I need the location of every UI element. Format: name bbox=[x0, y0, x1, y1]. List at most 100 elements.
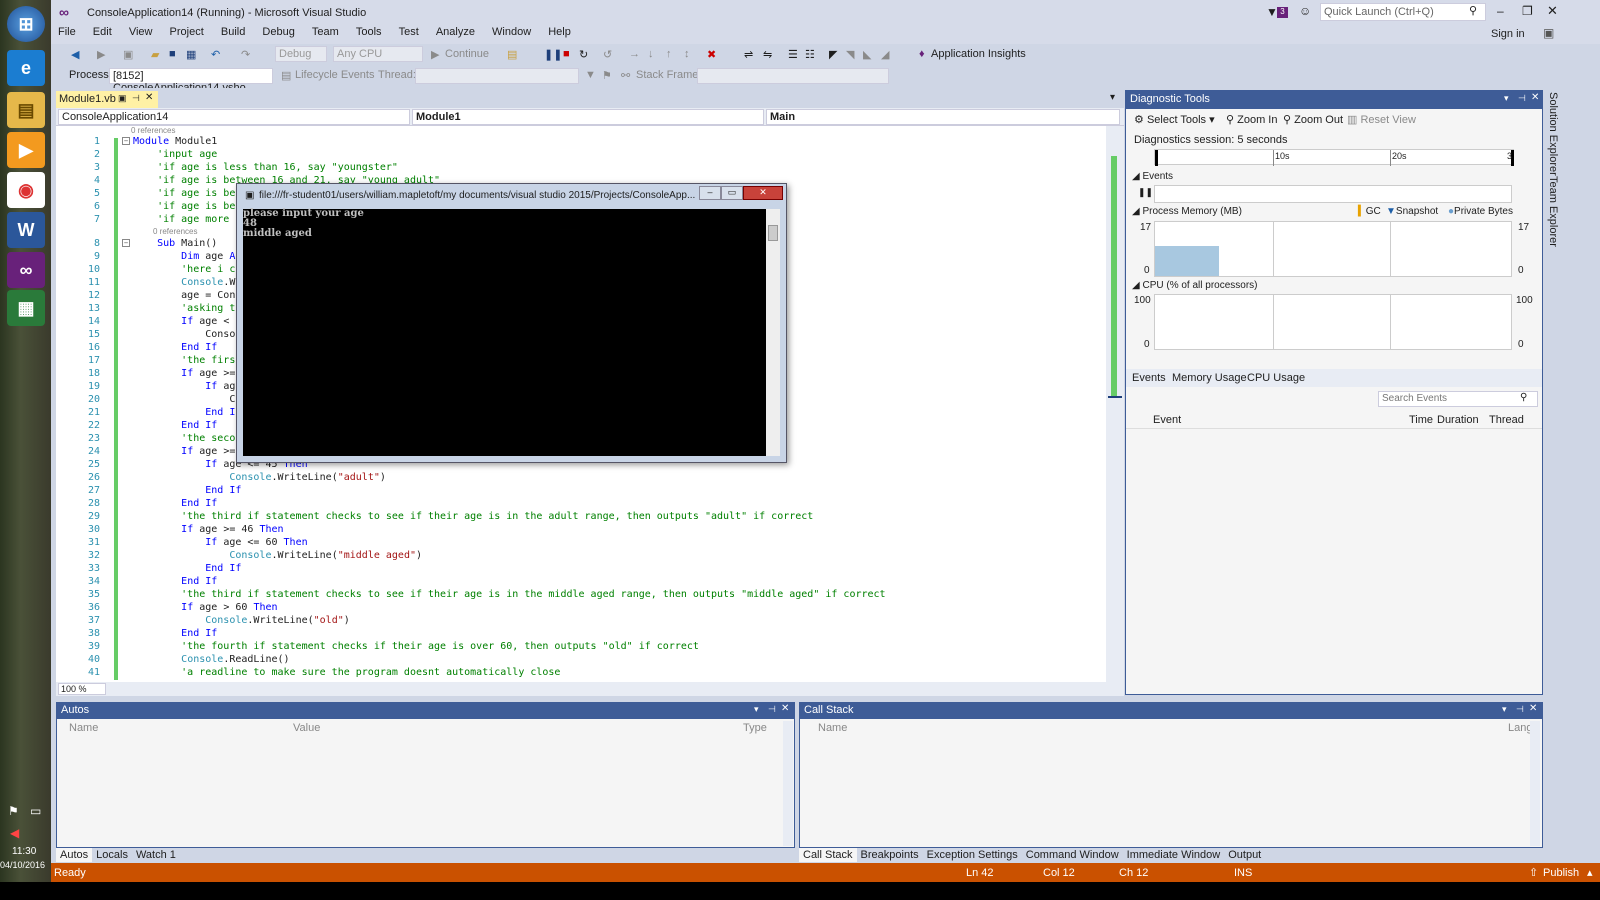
app-icon[interactable]: ▦ bbox=[7, 290, 45, 326]
line-number[interactable]: 21 bbox=[56, 407, 100, 418]
flag-threads-icon[interactable]: ⚑ bbox=[602, 69, 612, 82]
tab-call-stack[interactable]: Call Stack bbox=[799, 848, 857, 862]
dock-icon[interactable]: ⊣ bbox=[132, 93, 140, 104]
code-line[interactable]: 'here i ca bbox=[133, 264, 241, 275]
code-line[interactable]: If age >= bbox=[133, 368, 235, 379]
code-line[interactable]: 'the fourth if statement checks if their… bbox=[133, 641, 699, 652]
menu-project[interactable]: Project bbox=[163, 24, 211, 38]
menu-debug[interactable]: Debug bbox=[255, 24, 301, 38]
volume-icon[interactable]: ◀ bbox=[10, 826, 19, 840]
media-player-icon[interactable]: ▶ bbox=[7, 132, 45, 168]
code-line[interactable]: End If bbox=[133, 485, 241, 496]
forward-icon[interactable]: ▶ bbox=[97, 48, 105, 61]
publish-menu-icon[interactable]: ▴ bbox=[1587, 866, 1593, 879]
project-dropdown[interactable]: ConsoleApplication14 bbox=[58, 109, 410, 125]
app-insights-button[interactable]: Application Insights bbox=[931, 48, 1026, 60]
line-number[interactable]: 20 bbox=[56, 394, 100, 405]
feedback-icon[interactable]: ☺ bbox=[1299, 4, 1311, 18]
tab-dropdown-icon[interactable]: ▾ bbox=[1110, 92, 1115, 103]
line-number[interactable]: 3 bbox=[56, 162, 100, 173]
close-tab-icon[interactable]: ✕ bbox=[145, 92, 153, 103]
col-thread[interactable]: Thread bbox=[1489, 414, 1524, 426]
line-number[interactable]: 12 bbox=[56, 290, 100, 301]
continue-button[interactable]: Continue bbox=[445, 48, 489, 60]
autos-col-name[interactable]: Name bbox=[69, 722, 98, 734]
codelens-refs[interactable]: 0 references bbox=[131, 126, 175, 135]
zoom-out-button[interactable]: ⚲ Zoom Out bbox=[1283, 113, 1343, 126]
open-file-icon[interactable]: ▰ bbox=[151, 48, 159, 61]
callstack-close-icon[interactable]: ✕ bbox=[1529, 703, 1537, 714]
line-number[interactable]: 27 bbox=[56, 485, 100, 496]
callstack-menu-icon[interactable]: ▾ bbox=[1502, 704, 1507, 715]
line-number[interactable]: 34 bbox=[56, 576, 100, 587]
code-line[interactable]: End If bbox=[133, 342, 217, 353]
tab-immediate-window[interactable]: Immediate Window bbox=[1123, 848, 1225, 862]
step-out-icon[interactable]: ↑ bbox=[666, 48, 672, 60]
cpu-section-label[interactable]: ◢ CPU (% of all processors) bbox=[1132, 280, 1258, 291]
tab-cpu-usage[interactable]: CPU Usage bbox=[1247, 372, 1305, 384]
autos-close-icon[interactable]: ✕ bbox=[781, 703, 789, 714]
line-number[interactable]: 14 bbox=[56, 316, 100, 327]
line-number[interactable]: 15 bbox=[56, 329, 100, 340]
menu-edit[interactable]: Edit bbox=[86, 24, 119, 38]
line-number[interactable]: 36 bbox=[56, 602, 100, 613]
pause-icon[interactable]: ❚❚ bbox=[544, 48, 562, 61]
line-number[interactable]: 31 bbox=[56, 537, 100, 548]
cpu-chart[interactable] bbox=[1154, 294, 1512, 350]
tab-autos[interactable]: Autos bbox=[56, 848, 93, 862]
new-project-icon[interactable]: ▣ bbox=[123, 48, 133, 61]
code-line[interactable]: If age <= 60 Then bbox=[133, 537, 307, 548]
callstack-col-lang[interactable]: Lang bbox=[1508, 722, 1532, 734]
col-duration[interactable]: Duration bbox=[1437, 414, 1479, 426]
comment-icon[interactable]: ☰ bbox=[788, 48, 798, 61]
line-number[interactable]: 32 bbox=[56, 550, 100, 561]
code-line[interactable]: Console.ReadLine() bbox=[133, 654, 289, 665]
line-number[interactable]: 10 bbox=[56, 264, 100, 275]
word-icon[interactable]: W bbox=[7, 212, 45, 248]
line-number[interactable]: 33 bbox=[56, 563, 100, 574]
class-dropdown[interactable]: Module1 bbox=[412, 109, 764, 125]
callstack-pin-icon[interactable]: ⊣ bbox=[1516, 704, 1524, 715]
console-close-button[interactable]: ✕ bbox=[743, 186, 783, 200]
memory-section-label[interactable]: ◢ Process Memory (MB) bbox=[1132, 206, 1242, 217]
filter-threads-icon[interactable]: ▼ bbox=[585, 69, 596, 81]
sign-in-link[interactable]: Sign in bbox=[1491, 28, 1525, 40]
code-line[interactable]: Console.WriteLine("middle aged") bbox=[133, 550, 422, 561]
code-line[interactable]: 'a readline to make sure the program doe… bbox=[133, 667, 560, 678]
step-back-icon[interactable]: ↕ bbox=[684, 48, 690, 60]
autos-menu-icon[interactable]: ▾ bbox=[754, 704, 759, 715]
code-line[interactable]: age = Cons bbox=[133, 290, 241, 301]
autos-pin-icon[interactable]: ⊣ bbox=[768, 704, 776, 715]
zoom-in-button[interactable]: ⚲ Zoom In bbox=[1226, 113, 1277, 126]
save-all-icon[interactable]: ▦ bbox=[186, 48, 196, 61]
line-number[interactable]: 40 bbox=[56, 654, 100, 665]
line-number[interactable]: 38 bbox=[56, 628, 100, 639]
callstack-col-name[interactable]: Name bbox=[818, 722, 847, 734]
line-number[interactable]: 5 bbox=[56, 188, 100, 199]
tab-memory-usage[interactable]: Memory Usage bbox=[1172, 372, 1247, 384]
tab-output[interactable]: Output bbox=[1224, 848, 1265, 862]
code-line[interactable]: 'if age is bet bbox=[133, 201, 241, 212]
collapse-toggle-icon[interactable]: − bbox=[122, 239, 130, 247]
line-number[interactable]: 39 bbox=[56, 641, 100, 652]
undo-icon[interactable]: ↶ bbox=[211, 48, 220, 61]
clock-time[interactable]: 11:30 bbox=[12, 846, 36, 857]
code-line[interactable]: End If bbox=[133, 628, 217, 639]
minimize-button[interactable]: – bbox=[1497, 4, 1504, 18]
process-select[interactable]: [8152] ConsoleApplication14.vsho bbox=[109, 68, 273, 94]
events-track[interactable] bbox=[1154, 185, 1512, 203]
publish-button[interactable]: Publish bbox=[1543, 867, 1579, 879]
clear-bookmarks-icon[interactable]: ◢ bbox=[881, 48, 889, 61]
menu-tools[interactable]: Tools bbox=[349, 24, 389, 38]
code-line[interactable]: 'if age is less than 16, say "youngster" bbox=[133, 162, 398, 173]
tab-command-window[interactable]: Command Window bbox=[1022, 848, 1123, 862]
line-number[interactable]: 4 bbox=[56, 175, 100, 186]
exceptions-icon[interactable]: ✖ bbox=[707, 48, 716, 61]
line-number[interactable]: 25 bbox=[56, 459, 100, 470]
line-number[interactable]: 29 bbox=[56, 511, 100, 522]
col-event[interactable]: Event bbox=[1153, 414, 1181, 426]
menu-file[interactable]: File bbox=[51, 24, 83, 38]
toggle-icon[interactable]: ⇋ bbox=[763, 48, 772, 61]
tab-locals[interactable]: Locals bbox=[92, 848, 132, 862]
console-output[interactable]: please input your age 48 middle aged bbox=[243, 209, 766, 456]
